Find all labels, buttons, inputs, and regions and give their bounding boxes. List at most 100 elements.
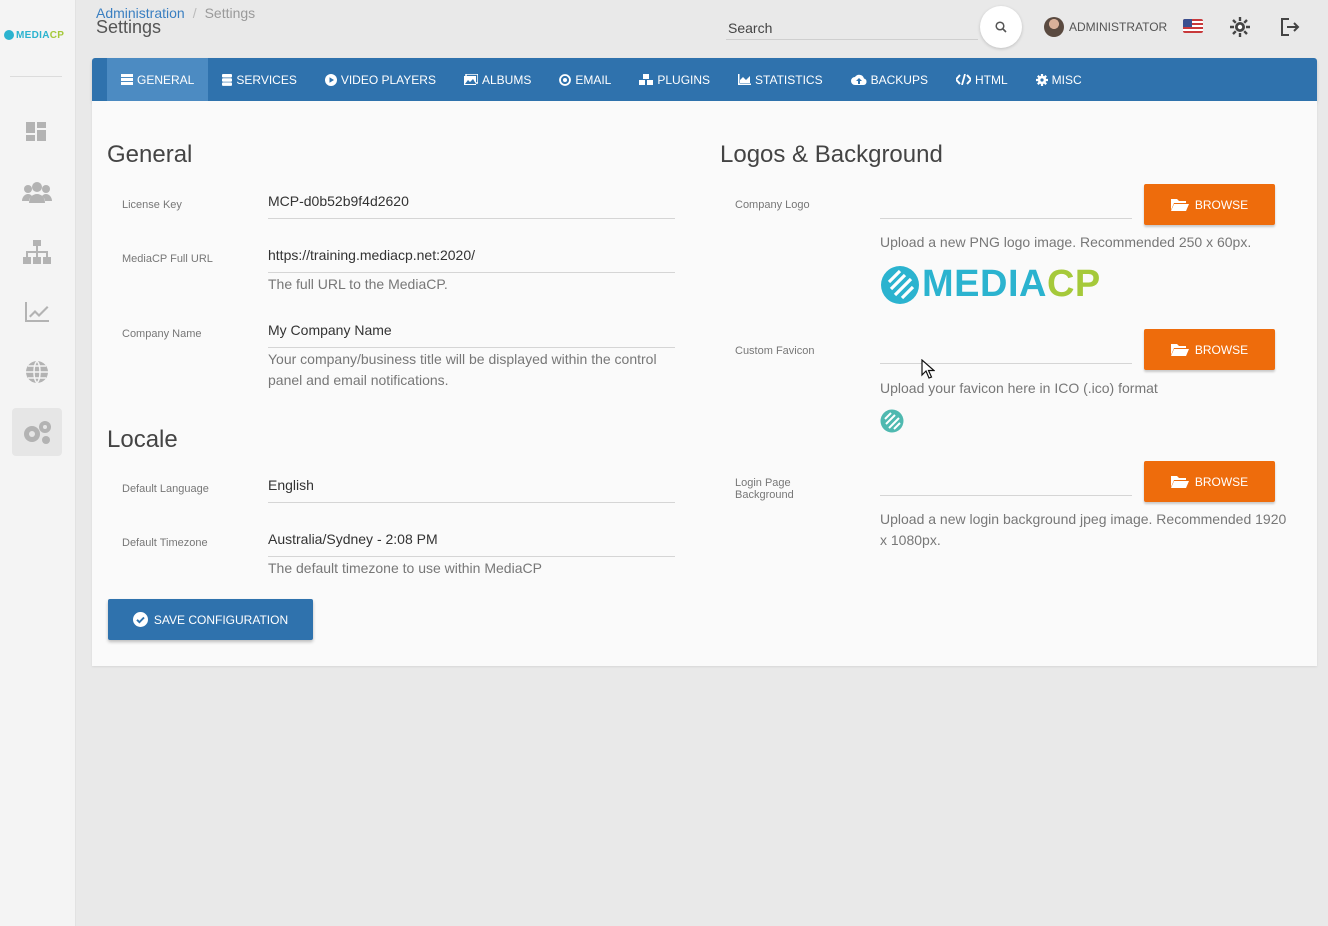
default-timezone-label: Default Timezone bbox=[122, 537, 208, 549]
favicon-preview-icon bbox=[880, 409, 904, 433]
settings-card: General License Key MCP-d0b52b9f4d2620 M… bbox=[92, 101, 1317, 666]
tab-label: STATISTICS bbox=[755, 72, 823, 87]
settings-tabs: GENERAL SERVICES VIDEO PLAYERS ALBUMS EM… bbox=[92, 58, 1317, 101]
default-language-underline bbox=[268, 502, 675, 503]
login-background-file-field[interactable] bbox=[880, 495, 1132, 496]
folder-open-icon bbox=[1170, 199, 1189, 211]
avatar bbox=[1044, 17, 1064, 37]
tab-backups[interactable]: BACKUPS bbox=[837, 58, 942, 101]
tab-label: HTML bbox=[974, 72, 1008, 87]
tab-label: ALBUMS bbox=[481, 72, 532, 87]
tab-label: EMAIL bbox=[575, 72, 612, 87]
tab-albums[interactable]: ALBUMS bbox=[450, 58, 545, 101]
sidebar-item-statistics[interactable] bbox=[12, 288, 62, 336]
tab-general[interactable]: GENERAL bbox=[107, 58, 209, 101]
image-icon bbox=[463, 74, 478, 85]
save-configuration-label: SAVE CONFIGURATION bbox=[153, 612, 289, 627]
tab-label: MISC bbox=[1051, 72, 1082, 87]
language-flag-icon[interactable] bbox=[1183, 19, 1203, 33]
sidebar-item-network[interactable] bbox=[12, 348, 62, 396]
company-name-label: Company Name bbox=[122, 328, 202, 340]
sidebar-item-users[interactable] bbox=[12, 168, 62, 216]
login-background-browse-button[interactable]: BROWSE bbox=[1144, 461, 1275, 502]
full-url-underline bbox=[268, 272, 675, 273]
logout-icon bbox=[1281, 18, 1300, 36]
login-background-help-line2: x 1080px. bbox=[880, 532, 941, 548]
custom-favicon-browse-label: BROWSE bbox=[1194, 342, 1249, 357]
user-menu[interactable]: ADMINISTRATOR bbox=[1044, 17, 1167, 37]
cogs-icon bbox=[24, 421, 51, 444]
full-url-help: The full URL to the MediaCP. bbox=[268, 276, 448, 292]
users-icon bbox=[22, 182, 52, 203]
login-background-label-line2: Background bbox=[735, 489, 794, 501]
brand-logo[interactable]: MEDIA CP bbox=[4, 28, 72, 42]
custom-favicon-label: Custom Favicon bbox=[735, 345, 815, 357]
tab-html[interactable]: HTML bbox=[942, 58, 1022, 101]
tab-label: BACKUPS bbox=[870, 72, 928, 87]
tab-services[interactable]: SERVICES bbox=[208, 58, 310, 101]
cubes-icon bbox=[639, 73, 654, 85]
logout-button[interactable] bbox=[1279, 16, 1301, 38]
save-configuration-button[interactable]: SAVE CONFIGURATION bbox=[108, 599, 313, 640]
custom-favicon-file-field[interactable] bbox=[880, 363, 1132, 364]
user-name: ADMINISTRATOR bbox=[1069, 20, 1168, 34]
default-timezone-select[interactable]: Australia/Sydney - 2:08 PM bbox=[268, 531, 438, 547]
search-icon bbox=[995, 21, 1007, 33]
sidebar-item-dashboard[interactable] bbox=[12, 108, 62, 156]
globe-icon bbox=[26, 360, 48, 384]
logos-section-title: Logos & Background bbox=[720, 141, 943, 168]
theme-toggle-button[interactable] bbox=[1229, 16, 1251, 38]
company-logo-label: Company Logo bbox=[735, 199, 810, 211]
default-language-select[interactable]: English bbox=[268, 477, 314, 493]
company-logo-file-field[interactable] bbox=[880, 218, 1132, 219]
company-logo-browse-button[interactable]: BROWSE bbox=[1144, 184, 1275, 225]
tab-email[interactable]: EMAIL bbox=[545, 58, 625, 101]
full-url-field[interactable]: https://training.mediacp.net:2020/ bbox=[268, 247, 475, 263]
custom-favicon-browse-button[interactable]: BROWSE bbox=[1144, 329, 1275, 370]
search-button[interactable] bbox=[980, 6, 1022, 48]
company-name-underline bbox=[268, 347, 675, 348]
mediacp-logo-mark-icon bbox=[881, 265, 919, 304]
area-chart-icon bbox=[738, 74, 752, 85]
login-background-help-line1: Upload a new login background jpeg image… bbox=[880, 511, 1287, 527]
breadcrumb-separator: / bbox=[192, 5, 197, 21]
code-icon bbox=[955, 74, 971, 85]
play-icon bbox=[324, 73, 337, 86]
search-input[interactable] bbox=[726, 16, 978, 40]
mouse-cursor-icon bbox=[921, 359, 935, 379]
custom-favicon-help: Upload your favicon here in ICO (.ico) f… bbox=[880, 380, 1158, 396]
breadcrumb-current: Settings bbox=[204, 5, 256, 21]
general-section-title: General bbox=[107, 141, 193, 168]
brand-name-part2: CP bbox=[49, 29, 65, 41]
company-logo-help: Upload a new PNG logo image. Recommended… bbox=[880, 234, 1252, 250]
company-logo-text-part1: MEDIA bbox=[922, 263, 1047, 305]
dashboard-icon bbox=[26, 122, 46, 141]
tab-plugins[interactable]: PLUGINS bbox=[625, 58, 724, 101]
sidebar-item-hierarchy[interactable] bbox=[12, 228, 62, 276]
tab-label: GENERAL bbox=[137, 72, 195, 87]
license-key-label: License Key bbox=[122, 199, 182, 211]
tab-video-players[interactable]: VIDEO PLAYERS bbox=[311, 58, 450, 101]
default-timezone-help: The default timezone to use within Media… bbox=[268, 560, 542, 576]
tab-label: SERVICES bbox=[236, 72, 297, 87]
page-title: Settings bbox=[96, 17, 162, 37]
sidebar-item-settings[interactable] bbox=[12, 408, 62, 456]
brand-glyph-icon bbox=[4, 30, 14, 40]
custom-favicon-preview bbox=[880, 409, 904, 438]
default-timezone-underline bbox=[268, 556, 675, 557]
folder-open-icon bbox=[1170, 344, 1189, 356]
full-url-label: MediaCP Full URL bbox=[122, 253, 213, 265]
tab-misc[interactable]: MISC bbox=[1022, 58, 1096, 101]
company-logo-preview: MEDIA CP bbox=[880, 263, 1101, 306]
brand-name-part1: MEDIA bbox=[16, 29, 50, 41]
license-key-field[interactable]: MCP-d0b52b9f4d2620 bbox=[268, 193, 409, 209]
login-background-label: Login Page Background bbox=[735, 477, 794, 501]
tab-label: PLUGINS bbox=[657, 72, 711, 87]
sidebar: MEDIA CP bbox=[0, 0, 76, 926]
list-icon bbox=[121, 74, 133, 85]
chart-icon bbox=[25, 302, 49, 322]
sitemap-icon bbox=[23, 240, 51, 264]
company-name-help-line2: panel and email notifications. bbox=[268, 372, 449, 388]
tab-statistics[interactable]: STATISTICS bbox=[724, 58, 837, 101]
company-name-field[interactable]: My Company Name bbox=[268, 322, 392, 338]
